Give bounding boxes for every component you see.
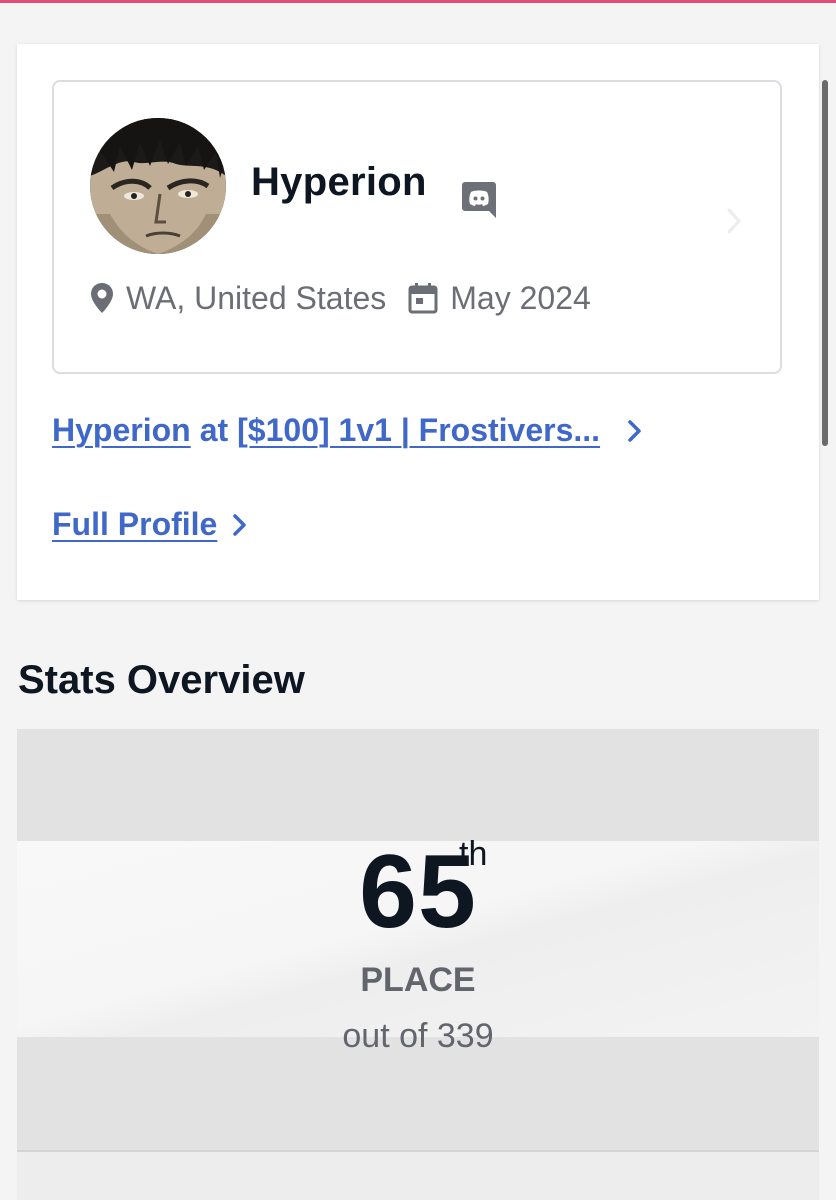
full-profile-link[interactable]: Full Profile [52,506,249,543]
event-player-name[interactable]: Hyperion [52,412,191,449]
player-meta: WA, United States May 2024 [90,278,591,318]
map-pin-icon [90,282,114,314]
participants-count: out of 339 [342,1017,494,1055]
discord-icon[interactable] [462,182,496,218]
stats-overview-card: 65 th PLACE out of 339 [17,729,819,1200]
stats-next-row [17,1152,819,1200]
avatar-image [90,118,226,254]
chevron-right-icon[interactable] [231,512,249,538]
profile-card: Hyperion WA, United States May 2024 Hype… [17,44,819,600]
place-label: PLACE [360,961,476,999]
player-joined-date: May 2024 [450,279,591,316]
chevron-right-icon[interactable] [626,418,644,444]
chevron-right-icon[interactable] [724,206,744,236]
event-name[interactable]: [$100] 1v1 | Frostivers... [237,412,600,449]
player-summary-card[interactable]: Hyperion WA, United States May 2024 [52,80,782,374]
full-profile-label[interactable]: Full Profile [52,506,217,543]
event-connector: at [199,412,229,448]
scrollbar[interactable] [822,80,828,446]
top-accent-bar [0,0,836,3]
player-name[interactable]: Hyperion [251,160,427,205]
event-entry-link[interactable]: Hyperion at [$100] 1v1 | Frostivers... [52,412,644,449]
stats-section-title: Stats Overview [18,658,305,702]
location-item: WA, United States [90,280,386,317]
avatar[interactable] [90,118,226,254]
calendar-icon [408,282,438,314]
player-location: WA, United States [126,279,387,316]
rank-suffix: th [459,835,488,873]
rank-display: 65 th [17,833,819,952]
joined-item: May 2024 [408,280,591,317]
